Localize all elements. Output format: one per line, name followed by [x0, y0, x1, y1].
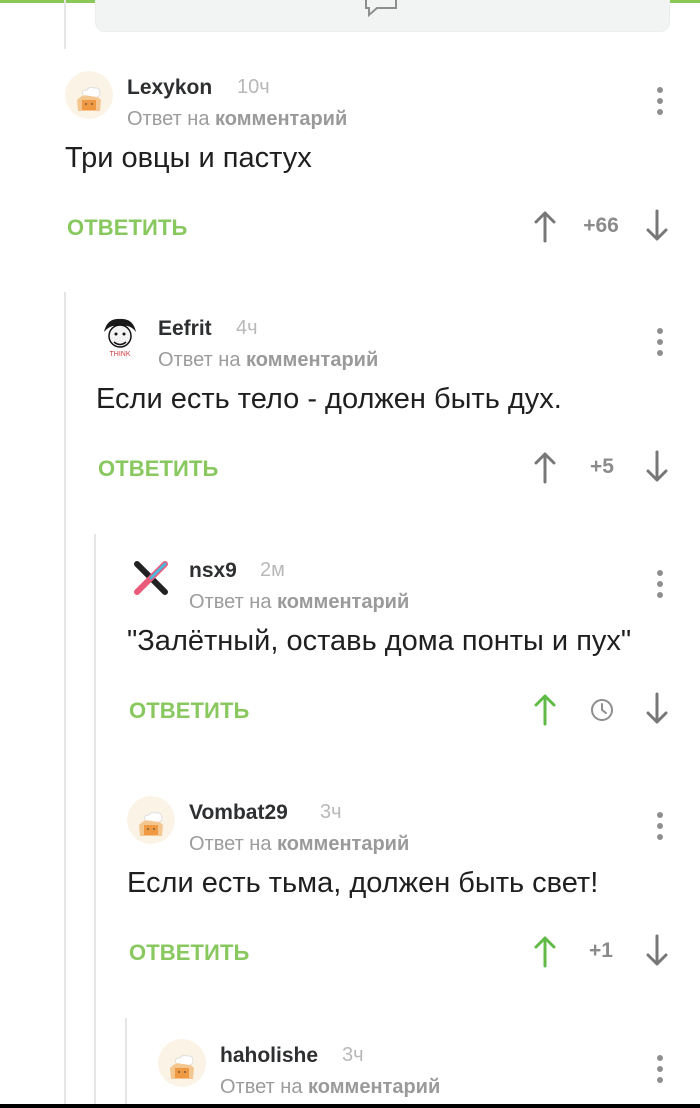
- thread-line-level-3: [125, 1018, 127, 1108]
- thread-line-level-0: [64, 0, 66, 49]
- clock-icon: [591, 699, 613, 721]
- upvote-icon[interactable]: [533, 208, 557, 244]
- reply-info: Ответ на комментарий: [189, 591, 409, 614]
- x-logo-avatar-icon[interactable]: [127, 554, 175, 602]
- think-einstein-avatar-icon[interactable]: THINK: [96, 312, 144, 360]
- chef-hat-avatar-icon[interactable]: [127, 796, 175, 844]
- downvote-icon[interactable]: [645, 933, 669, 969]
- comment-author[interactable]: nsx9: [189, 559, 237, 583]
- reply-info: Ответ на комментарий: [220, 1076, 440, 1099]
- thread-line-level-2: [94, 534, 96, 1108]
- more-options-icon[interactable]: [654, 568, 666, 602]
- vote-score: +5: [590, 455, 614, 478]
- comment-author[interactable]: haholishe: [220, 1044, 318, 1068]
- more-options-icon[interactable]: [654, 1053, 666, 1087]
- more-options-icon[interactable]: [654, 85, 666, 119]
- downvote-icon[interactable]: [645, 208, 669, 244]
- thread-line-level-1: [64, 292, 66, 1108]
- comment-author[interactable]: Lexykon: [127, 76, 212, 100]
- downvote-icon[interactable]: [645, 449, 669, 485]
- reply-prefix: Ответ на: [127, 108, 210, 130]
- comment-time: 4ч: [236, 317, 258, 339]
- reply-target-link[interactable]: комментарий: [246, 349, 378, 371]
- reply-prefix: Ответ на: [158, 349, 241, 371]
- vote-score: +1: [589, 939, 613, 962]
- upvote-icon-active[interactable]: [533, 691, 557, 727]
- vote-score: +66: [583, 214, 619, 237]
- previous-comment-card: [95, 0, 670, 32]
- reply-prefix: Ответ на: [220, 1076, 303, 1098]
- reply-info: Ответ на комментарий: [127, 108, 347, 131]
- comment-text: Три овцы и пастух: [65, 142, 312, 174]
- reply-target-link[interactable]: комментарий: [308, 1076, 440, 1098]
- comment-text: Если есть тело - должен быть дух.: [96, 383, 562, 415]
- reply-target-link[interactable]: комментарий: [277, 833, 409, 855]
- chef-hat-avatar-icon[interactable]: [65, 71, 113, 119]
- more-options-icon[interactable]: [654, 326, 666, 360]
- reply-prefix: Ответ на: [189, 591, 272, 613]
- comment-text: Если есть тьма, должен быть свет!: [127, 867, 599, 899]
- comment-time: 2м: [260, 559, 285, 581]
- bottom-edge-bar: [0, 1104, 700, 1108]
- reply-button[interactable]: ОТВЕТИТЬ: [129, 698, 249, 724]
- chef-hat-avatar-icon[interactable]: [158, 1039, 206, 1087]
- upvote-icon[interactable]: [533, 449, 557, 485]
- downvote-icon[interactable]: [645, 691, 669, 727]
- reply-button[interactable]: ОТВЕТИТЬ: [129, 940, 249, 966]
- reply-button[interactable]: ОТВЕТИТЬ: [67, 215, 187, 241]
- comment-nsx9: nsx9 2м Ответ на комментарий "Залётный, …: [127, 545, 669, 787]
- comment-author[interactable]: Vombat29: [189, 801, 288, 825]
- comment-vombat29: Vombat29 3ч Ответ на комментарий Если ес…: [127, 787, 669, 1029]
- comment-author[interactable]: Eefrit: [158, 317, 212, 341]
- reply-prefix: Ответ на: [189, 833, 272, 855]
- reply-info: Ответ на комментарий: [158, 349, 378, 372]
- reply-button[interactable]: ОТВЕТИТЬ: [98, 456, 218, 482]
- more-options-icon[interactable]: [654, 810, 666, 844]
- comment-haholishe: haholishe 3ч Ответ на комментарий: [158, 1030, 669, 1108]
- reply-target-link[interactable]: комментарий: [215, 108, 347, 130]
- comment-lexykon: Lexykon 10ч Ответ на комментарий Три овц…: [65, 62, 669, 304]
- comment-time: 3ч: [320, 801, 342, 823]
- comment-time: 10ч: [237, 76, 270, 98]
- comment-time: 3ч: [342, 1044, 364, 1066]
- comment-text: "Залётный, оставь дома понты и пух": [127, 625, 632, 657]
- reply-info: Ответ на комментарий: [189, 833, 409, 856]
- reply-target-link[interactable]: комментарий: [277, 591, 409, 613]
- comment-bubble-icon: [365, 0, 397, 17]
- comment-eefrit: THINK Eefrit 4ч Ответ на комментарий Есл…: [96, 303, 669, 545]
- svg-text:THINK: THINK: [110, 351, 131, 358]
- upvote-icon-active[interactable]: [533, 933, 557, 969]
